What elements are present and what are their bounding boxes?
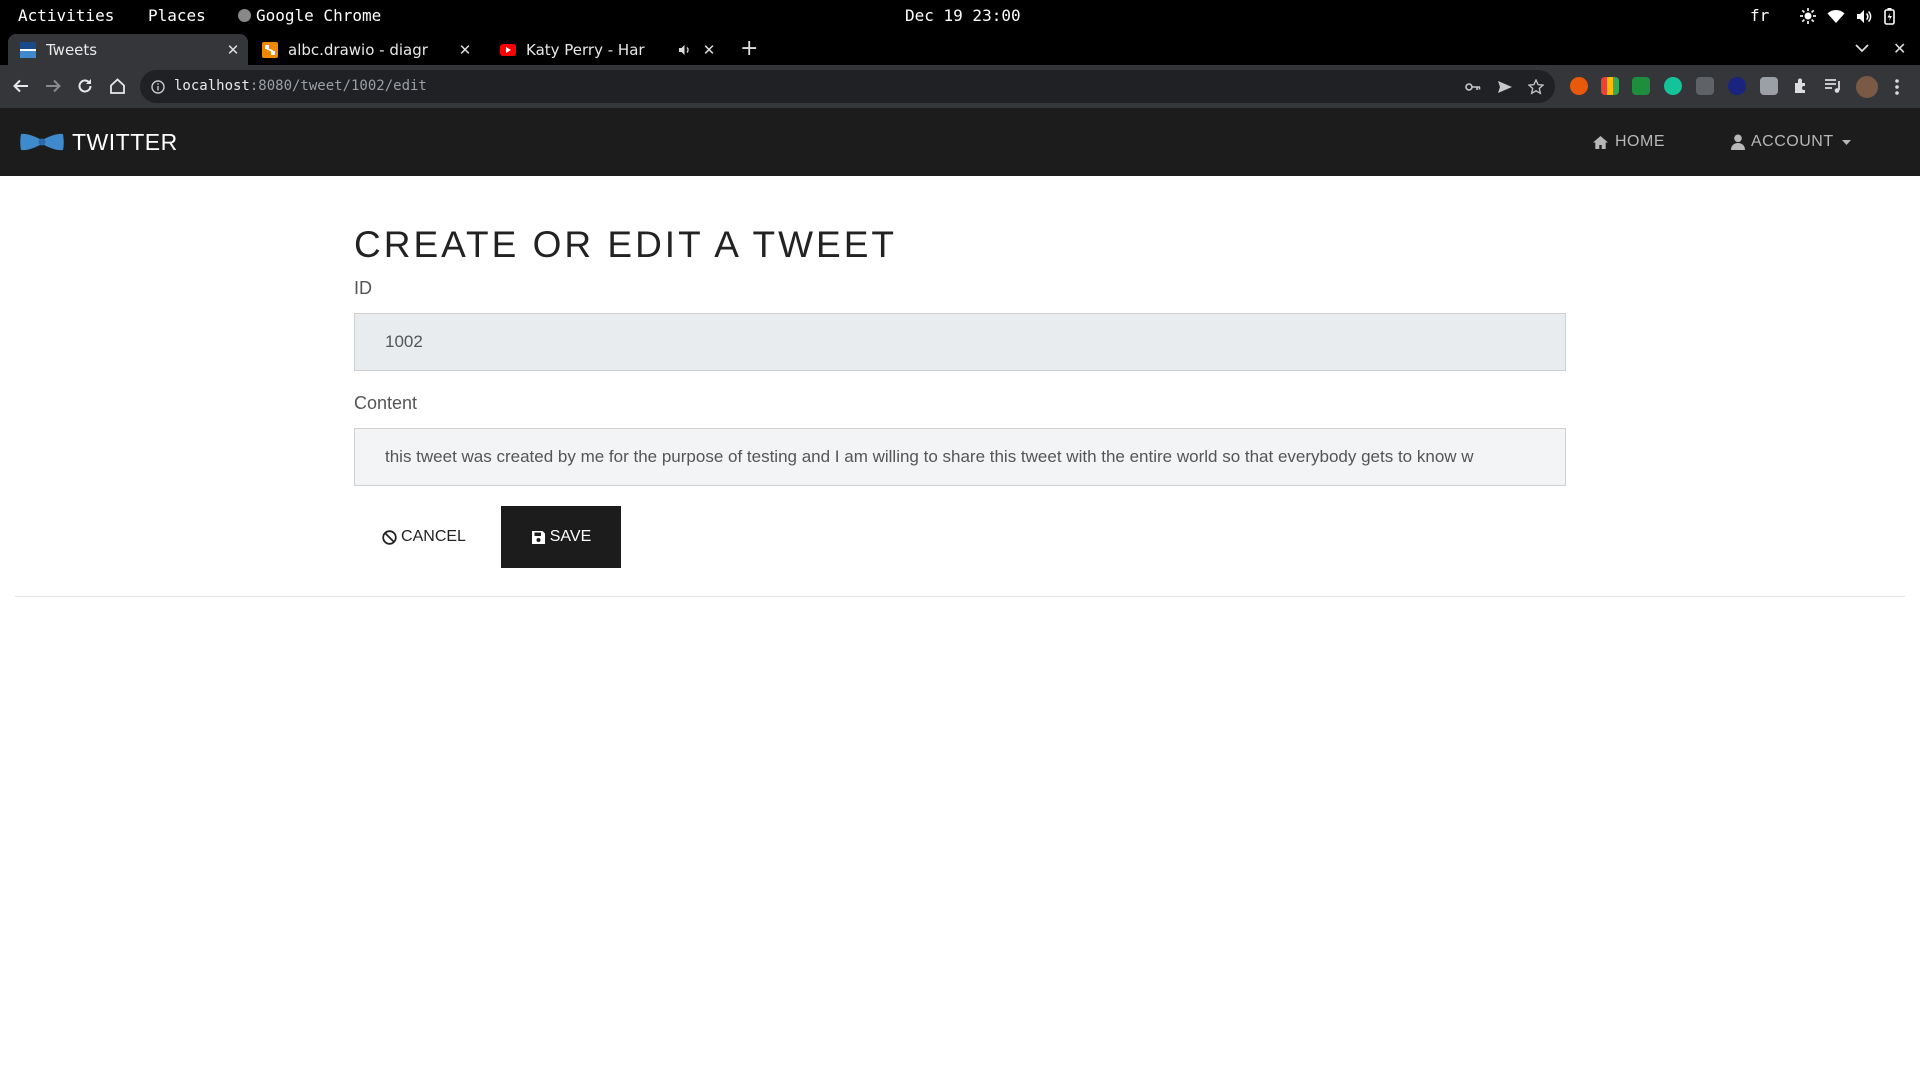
brand-link[interactable]: TWITTER	[20, 108, 178, 176]
home-button[interactable]	[104, 73, 130, 99]
tab-tweets[interactable]: Tweets ✕	[8, 34, 248, 65]
content-label: Content	[354, 393, 418, 413]
nav-home-label: HOME	[1615, 133, 1665, 150]
activities-button[interactable]: Activities	[18, 0, 114, 32]
url-path: :8080/tweet/1002/edit	[249, 78, 427, 94]
footer-divider	[15, 596, 1905, 597]
extension-multicolor-icon[interactable]	[1601, 77, 1619, 95]
browser-toolbar: localhost:8080/tweet/1002/edit	[0, 65, 1920, 108]
close-tab-icon[interactable]: ✕	[224, 41, 242, 59]
extensions-puzzle-icon[interactable]	[1792, 77, 1810, 95]
key-icon[interactable]	[1465, 81, 1481, 93]
cancel-button[interactable]: CANCEL	[366, 506, 482, 568]
floppy-disk-icon	[531, 530, 545, 544]
new-tab-button[interactable]: +	[740, 32, 758, 65]
address-bar[interactable]: localhost:8080/tweet/1002/edit	[140, 70, 1555, 103]
nav-account-label: ACCOUNT	[1751, 133, 1834, 150]
tab-title: Tweets	[46, 40, 98, 59]
system-tray[interactable]	[1800, 0, 1895, 32]
content-field[interactable]: this tweet was created by me for the pur…	[354, 428, 1566, 486]
nav-home-link[interactable]: HOME	[1592, 108, 1665, 176]
id-label: ID	[354, 278, 372, 298]
nav-account-dropdown[interactable]: ACCOUNT	[1731, 108, 1851, 176]
id-field[interactable]: 1002	[354, 313, 1566, 371]
tab-strip: Tweets ✕ albc.drawio - diagr ✕ Katy Perr…	[0, 32, 1920, 90]
extension-orange-icon[interactable]	[1570, 77, 1588, 95]
chrome-icon	[238, 9, 251, 22]
tab-youtube[interactable]: Katy Perry - Har ✕	[488, 34, 724, 65]
save-button[interactable]: SAVE	[501, 506, 621, 568]
audio-playing-icon[interactable]	[678, 44, 692, 56]
ban-icon	[382, 529, 397, 545]
back-button[interactable]	[8, 73, 34, 99]
chrome-menu-icon[interactable]	[1894, 78, 1900, 96]
volume-icon	[1857, 9, 1872, 23]
url-text[interactable]: localhost:8080/tweet/1002/edit	[174, 70, 427, 103]
close-tab-icon[interactable]: ✕	[456, 41, 474, 59]
extension-f-icon[interactable]	[1728, 77, 1746, 95]
brightness-icon	[1800, 8, 1816, 24]
media-control-icon[interactable]	[1824, 78, 1842, 94]
brand-name: TWITTER	[72, 128, 178, 155]
places-menu[interactable]: Places	[148, 0, 206, 32]
grammarly-extension-icon[interactable]	[1664, 77, 1682, 95]
home-icon	[1593, 135, 1608, 149]
tab-title: Katy Perry - Har	[526, 40, 645, 59]
jhipster-favicon-icon	[20, 41, 36, 58]
app-menu[interactable]: Google Chrome	[238, 0, 381, 32]
caret-down-icon	[1841, 139, 1851, 145]
forward-arrow-icon	[46, 79, 61, 93]
cancel-label: CANCEL	[401, 528, 466, 545]
keyboard-layout-indicator[interactable]: fr	[1750, 0, 1769, 32]
system-top-bar: Activities Places Google Chrome Dec 19 2…	[0, 0, 1920, 32]
tab-search-chevron-icon[interactable]	[1855, 43, 1869, 53]
app-navbar: TWITTER HOME ACCOUNT	[0, 108, 1920, 176]
bookmark-star-icon[interactable]	[1528, 79, 1544, 95]
tab-title: albc.drawio - diagr	[288, 40, 428, 59]
extension-sheets-icon[interactable]	[1632, 77, 1650, 95]
site-info-icon[interactable]	[151, 80, 165, 94]
home-icon	[109, 78, 125, 94]
page-title: CREATE OR EDIT A TWEET	[354, 224, 897, 265]
save-label: SAVE	[549, 528, 592, 545]
drawio-favicon-icon	[262, 41, 278, 58]
reload-button[interactable]	[72, 73, 98, 99]
close-window-icon[interactable]: ✕	[1893, 32, 1906, 65]
forward-button[interactable]	[40, 73, 66, 99]
close-tab-icon[interactable]: ✕	[700, 41, 718, 59]
wifi-icon	[1827, 9, 1845, 23]
url-host: localhost	[174, 78, 250, 94]
reload-icon	[78, 79, 92, 93]
battery-icon	[1884, 7, 1895, 25]
extension-gray-icon[interactable]	[1696, 77, 1714, 95]
send-icon[interactable]	[1497, 80, 1513, 94]
tab-drawio[interactable]: albc.drawio - diagr ✕	[250, 34, 480, 65]
app-menu-label: Google Chrome	[256, 6, 382, 25]
camera-extension-icon[interactable]	[1760, 77, 1778, 95]
bowtie-logo-icon	[20, 133, 64, 151]
back-arrow-icon	[13, 79, 28, 93]
youtube-favicon-icon	[500, 43, 516, 56]
clock[interactable]: Dec 19 23:00	[905, 0, 1021, 32]
profile-avatar[interactable]	[1856, 76, 1878, 98]
user-icon	[1731, 134, 1745, 150]
